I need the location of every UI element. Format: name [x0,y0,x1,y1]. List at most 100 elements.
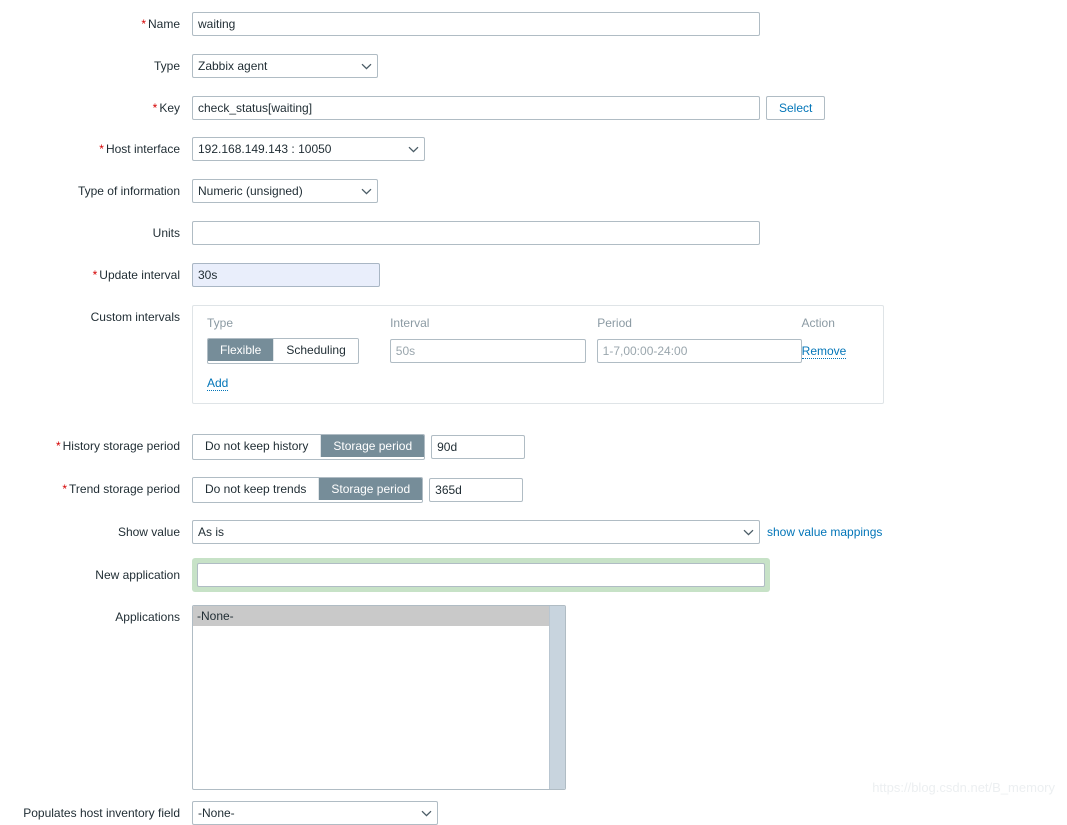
form-row-applications: Applications -None- [0,605,1067,790]
key-input[interactable] [192,96,760,120]
label-show-value-text: Show value [117,525,180,539]
trend-storage-period-segmented: Do not keep trends Storage period [192,477,424,503]
form-row-host-interface: * Host interface 192.168.149.143 : 10050 [0,137,1067,161]
segment-flexible[interactable]: Flexible [208,339,275,361]
new-application-highlight-ring [192,558,770,592]
label-new-application: New application [0,558,192,592]
label-type-of-information: Type of information [0,179,192,203]
form-row-populates-host-inventory-field: Populates host inventory field -None- [0,801,1067,825]
custom-interval-interval-input[interactable] [389,339,586,363]
watermark: https://blog.csdn.net/B_memory [872,780,1055,795]
custom-interval-type-cell: Flexible Scheduling [207,338,390,364]
populates-host-inventory-field-select[interactable]: -None- [192,801,438,825]
label-type-text: Type [153,59,180,73]
form-row-type: Type Zabbix agent [0,54,1067,78]
form-row-new-application: New application [0,558,1067,592]
label-host-interface-text: Host interface [105,142,180,156]
segment-do-not-keep-history[interactable]: Do not keep history [193,435,322,457]
label-history-storage-period: * History storage period [0,434,192,458]
applications-listbox[interactable]: -None- [192,605,566,790]
custom-interval-period-cell [596,339,802,363]
field-applications: -None- [192,605,566,790]
remove-link[interactable]: Remove [801,344,847,359]
column-header-interval: Interval [390,316,430,330]
field-trend-storage-period: Do not keep trends Storage period [192,477,524,503]
form-row-show-value: Show value As is show value mappings [0,520,1067,544]
field-custom-intervals: Type Interval Period Action Flexible Sch… [192,305,884,404]
type-select[interactable]: Zabbix agent [192,54,378,78]
label-key: * Key [0,96,192,120]
chevron-down-icon [400,146,419,153]
custom-interval-period-input[interactable] [596,339,802,363]
custom-intervals-row: Flexible Scheduling Remove [207,338,869,364]
label-custom-intervals-text: Custom intervals [90,310,180,324]
column-header-period: Period [597,316,632,330]
label-applications-text: Applications [115,610,180,624]
field-type-of-information: Numeric (unsigned) [192,179,378,203]
required-asterisk-update-interval: * [92,268,98,282]
label-name-text: Name [147,17,180,31]
history-storage-period-segmented: Do not keep history Storage period [192,434,426,460]
custom-intervals-panel: Type Interval Period Action Flexible Sch… [192,305,884,404]
label-units: Units [0,221,192,245]
column-header-type: Type [207,316,234,330]
name-input[interactable] [192,12,760,36]
form-row-key: *Key Select [0,96,1067,120]
field-name [192,12,760,36]
segment-do-not-keep-trends[interactable]: Do not keep trends [193,478,320,500]
form-row-name: * Name [0,12,1067,36]
form-row-update-interval: * Update interval [0,263,1067,287]
type-select-value: Zabbix agent [198,59,268,73]
new-application-input[interactable] [197,563,765,587]
segment-scheduling[interactable]: Scheduling [274,339,358,361]
field-type: Zabbix agent [192,54,378,78]
host-interface-select-value: 192.168.149.143 : 10050 [198,142,332,156]
label-name: * Name [0,12,192,36]
form-row-custom-intervals: Custom intervals Type Interval Period Ac… [0,305,1067,404]
segment-history-storage-period[interactable]: Storage period [321,435,425,457]
units-input[interactable] [192,221,760,245]
label-custom-intervals: Custom intervals [0,305,192,329]
label-populates-host-inventory-field: Populates host inventory field [0,801,192,825]
trend-storage-period-input[interactable] [429,478,524,502]
label-show-value: Show value [0,520,192,544]
required-asterisk-host-interface: * [99,142,104,156]
label-trend-storage-period-text: Trend storage period [69,482,180,496]
field-history-storage-period: Do not keep history Storage period [192,434,526,460]
form-row-trend-storage-period: * Trend storage period Do not keep trends… [0,477,1067,503]
field-populates-host-inventory-field: -None- [192,801,438,825]
type-of-information-select[interactable]: Numeric (unsigned) [192,179,378,203]
label-key-text: Key [159,101,180,115]
column-header-action: Action [801,316,835,330]
label-type: Type [0,54,192,78]
show-value-select[interactable]: As is [192,520,760,544]
field-key: Select [192,96,826,120]
form-row-units: Units [0,221,1067,245]
field-update-interval [192,263,380,287]
label-applications: Applications [0,605,192,629]
chevron-down-icon [735,529,754,536]
label-host-interface: * Host interface [0,137,192,161]
chevron-down-icon [353,63,372,70]
key-select-button[interactable]: Select [766,96,826,120]
show-value-mappings-link[interactable]: show value mappings [767,525,882,539]
label-new-application-text: New application [95,568,180,582]
host-interface-select[interactable]: 192.168.149.143 : 10050 [192,137,425,161]
form-row-history-storage-period: * History storage period Do not keep hist… [0,434,1067,460]
custom-interval-interval-cell [389,339,597,363]
required-asterisk-name: * [141,17,146,31]
required-asterisk-trend-storage-period: * [62,482,68,496]
label-update-interval: * Update interval [0,263,192,287]
history-storage-period-input[interactable] [431,435,526,459]
custom-intervals-header: Type Interval Period Action [207,316,869,330]
show-value-select-value: As is [198,525,225,539]
required-asterisk-history-storage-period: * [55,439,61,453]
populates-host-inventory-field-select-value: -None- [198,806,235,820]
update-interval-input[interactable] [192,263,380,287]
segment-trend-storage-period[interactable]: Storage period [319,478,423,500]
custom-interval-action-cell: Remove [801,344,869,359]
applications-listbox-scrollbar[interactable] [549,606,565,789]
field-units [192,221,760,245]
list-item[interactable]: -None- [193,606,565,626]
add-link[interactable]: Add [207,376,229,391]
